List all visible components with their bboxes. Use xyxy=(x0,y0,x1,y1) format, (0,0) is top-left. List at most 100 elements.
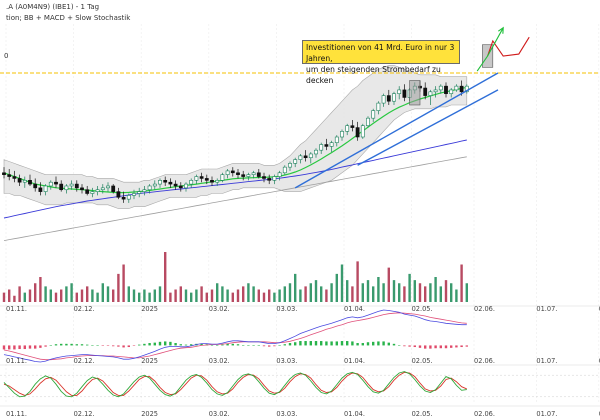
candle-body xyxy=(267,178,272,181)
macd-histogram-bar xyxy=(184,344,188,346)
annotation-box: Investitionen von 41 Mrd. Euro in nur 3 … xyxy=(302,40,460,85)
macd-histogram-bar xyxy=(179,344,182,346)
macd-histogram-bar xyxy=(44,345,47,347)
x-tick-label: 2025 xyxy=(141,410,158,418)
indicator-list: tion; BB + MACD + Slow Stochastik xyxy=(6,14,131,22)
x-tick-label: 01.04. xyxy=(344,305,365,313)
volume-layer xyxy=(2,252,468,302)
macd-histogram-bar xyxy=(28,345,32,349)
macd-histogram-bar xyxy=(164,341,167,346)
macd-histogram-bar xyxy=(158,341,162,346)
macd-histogram-bar xyxy=(429,345,432,349)
volume-bar xyxy=(138,292,141,302)
volume-bar xyxy=(148,292,151,302)
volume-bar xyxy=(408,273,411,302)
volume-bar xyxy=(382,283,385,302)
volume-bar xyxy=(351,286,354,302)
macd-histogram-bar xyxy=(268,345,271,347)
candle-body xyxy=(106,185,110,189)
candle-body xyxy=(85,189,90,194)
candle-body xyxy=(178,185,183,189)
candle-body xyxy=(282,166,287,174)
volume-bar xyxy=(226,289,229,302)
volume-bar xyxy=(18,286,21,302)
candle-body xyxy=(116,191,121,198)
x-tick-label: 02.06. xyxy=(474,357,495,365)
volume-bar xyxy=(361,283,364,302)
volume-bar xyxy=(8,289,11,302)
candle-body xyxy=(329,142,334,147)
macd-histogram-bar xyxy=(49,345,52,346)
macd-histogram-bar xyxy=(304,341,307,346)
volume-bar xyxy=(325,289,328,302)
candle-body xyxy=(428,91,433,96)
macd-histogram-bar xyxy=(434,345,437,349)
volume-bar xyxy=(450,283,453,302)
volume-bar xyxy=(356,261,359,302)
macd-histogram-bar xyxy=(23,345,26,350)
volume-bar xyxy=(174,289,177,302)
volume-bar xyxy=(413,280,416,302)
candle-body xyxy=(319,144,324,151)
chart-title: .A (A0M4N9) (IBE1) - 1 Tag xyxy=(6,3,100,11)
macd-histogram-bar xyxy=(231,343,234,346)
candle-body xyxy=(189,180,194,185)
candle-body xyxy=(126,195,131,200)
x-tick-label: 01.07. xyxy=(536,357,557,365)
volume-bar xyxy=(13,295,16,302)
candle-body xyxy=(360,125,365,138)
macd-histogram-bar xyxy=(387,342,390,346)
volume-bar xyxy=(392,280,396,302)
volume-bar xyxy=(143,289,146,302)
candle-body xyxy=(308,153,313,159)
macd-histogram-bar xyxy=(320,341,323,346)
volume-bar xyxy=(465,283,468,302)
macd-histogram-bar xyxy=(112,345,115,347)
x-tick-label: 02.12. xyxy=(74,410,95,418)
candle-body xyxy=(345,125,350,132)
macd-histogram-bar xyxy=(122,345,125,348)
volume-bar xyxy=(429,283,432,302)
macd-histogram-bar xyxy=(2,345,6,350)
candle-body xyxy=(132,193,136,196)
volume-bar xyxy=(439,286,442,302)
volume-bar xyxy=(236,289,240,302)
macd-histogram-bar xyxy=(455,345,458,348)
macd-histogram-bar xyxy=(18,345,21,350)
candle-body xyxy=(158,180,162,185)
candle-body xyxy=(371,110,376,119)
candle-body xyxy=(220,174,225,181)
macd-histogram-bar xyxy=(392,343,396,346)
volume-bar xyxy=(54,292,58,302)
macd-histogram-bar xyxy=(325,341,328,346)
candle-body xyxy=(210,180,214,183)
volume-bar xyxy=(127,286,130,302)
macd-histogram-bar xyxy=(377,341,380,346)
candle-body xyxy=(48,181,53,187)
annotation-line-2: um den steigenden Strombedarf zu decken xyxy=(306,65,441,85)
macd-layer xyxy=(2,309,468,363)
macd-histogram-bar xyxy=(413,345,416,348)
volume-bar xyxy=(283,286,286,302)
macd-histogram-bar xyxy=(80,344,84,346)
macd-histogram-bar xyxy=(403,345,406,347)
macd-histogram-bar xyxy=(75,344,78,346)
candle-body xyxy=(69,183,74,187)
macd-histogram-bar xyxy=(278,345,281,346)
annotation-line-1: Investitionen von 41 Mrd. Euro in nur 3 … xyxy=(306,43,455,63)
macd-histogram-bar xyxy=(382,341,385,346)
volume-bar xyxy=(210,289,214,302)
volume-bar xyxy=(242,286,245,302)
candle-body xyxy=(59,183,64,191)
candle-body xyxy=(251,172,256,175)
candle-body xyxy=(376,102,381,111)
volume-bar xyxy=(231,292,234,302)
volume-bar xyxy=(299,289,302,302)
x-tick-label: 01.04. xyxy=(344,357,365,365)
stochastic-layer xyxy=(0,371,600,398)
candle-body xyxy=(293,159,298,164)
volume-bar xyxy=(366,280,370,302)
candle-body xyxy=(28,180,32,185)
x-tick-label: 01.11. xyxy=(6,305,27,313)
macd-histogram-bar xyxy=(450,345,453,348)
